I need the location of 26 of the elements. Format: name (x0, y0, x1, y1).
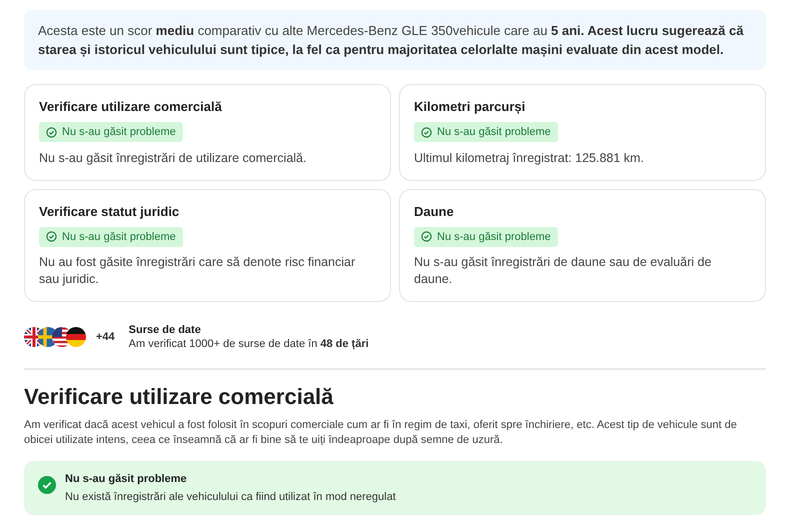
card-title: Daune (414, 204, 455, 218)
card-title: Verificare utilizare comercială (39, 99, 223, 114)
card-description: Nu s-au găsit înregistrări de daune sau de evaluări de daune. (414, 254, 712, 288)
score-summary: Acesta este un scor mediu comparativ cu alte Mercedes-Benz GLE 350vehicule care au 5 ani. Acest lucru sugerează că starea și istoricul vehiculului sunt tipice, la fel ca pentru majoritatea celorlalte mașini evaluate din acest model. (24, 10, 766, 70)
flag-icon (66, 327, 86, 347)
check-circle-icon (38, 476, 56, 494)
more-count: +44 (96, 331, 115, 343)
result-title: Nu s-au găsit probleme (65, 473, 188, 485)
status-badge: Nu s-au găsit probleme (414, 226, 558, 246)
card-description: Ultimul kilometraj înregistrat: 125.881 km. (414, 150, 645, 166)
result-text: Nu există înregistrări ale vehiculului ca fiind utilizat în mod neregulat (65, 491, 396, 503)
status-badge: Nu s-au găsit probleme (39, 226, 183, 246)
status-badge: Nu s-au găsit probleme (414, 122, 558, 142)
section-heading: Verificare utilizare comercială (24, 384, 334, 410)
sources-text: Am verificat 1000+ de surse de date în 48 de țări (128, 338, 369, 350)
check-circle-icon (46, 126, 57, 138)
check-circle-icon (421, 126, 432, 138)
sources-title: Surse de date (128, 324, 202, 336)
card-description: Nu s-au găsit înregistrări de utilizare comercială. (39, 150, 308, 166)
status-badge: Nu s-au găsit probleme (39, 122, 183, 142)
card-description: Nu au fost găsite înregistrări care să denote risc financiar sau juridic. (39, 254, 356, 288)
card-title: Verificare statut juridic (39, 204, 180, 218)
section-text: Am verificat dacă acest vehicul a fost folosit în scopuri comerciale cum ar fi în regim de taxi, oferit spre închiriere, etc. Acest tip de vehicule sunt de obicei utilizate intens, ceea ce înseamnă că ar fi bine să te uiți îndeaproape după semne de uzură. (24, 418, 738, 448)
card-title: Kilometri parcurși (414, 99, 526, 114)
check-circle-icon (46, 231, 57, 242)
check-circle-icon (421, 231, 432, 242)
